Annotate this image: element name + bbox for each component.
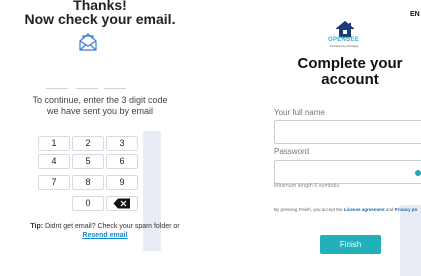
complete-heading: Complete your xyxy=(297,55,403,72)
full-name-field[interactable] xyxy=(274,120,421,144)
privacy-policy-link[interactable]: Privacy po xyxy=(395,207,418,212)
tip-text: Didnt get email? Check your spam folder … xyxy=(43,223,180,230)
password-label: Password xyxy=(274,147,310,156)
keypad-key-1[interactable]: 1 xyxy=(38,136,70,151)
terms-and: and xyxy=(384,207,395,212)
verify-email-panel: Thanks! Now check your email. To continu… xyxy=(0,0,210,276)
spam-tip: Tip: Didnt get email? Check your spam fo… xyxy=(20,222,190,240)
complete-heading-2: account xyxy=(321,71,379,88)
full-name-label: Your full name xyxy=(274,108,325,117)
password-field[interactable] xyxy=(274,160,421,184)
decorative-stripe xyxy=(400,205,421,276)
tip-label: Tip: xyxy=(30,223,44,230)
terms-notice: By pressing Finish, you accept the Licen… xyxy=(274,207,417,212)
license-agreement-link[interactable]: License agreement xyxy=(344,207,385,212)
keypad-key-9[interactable]: 9 xyxy=(106,175,138,190)
language-selector[interactable]: EN xyxy=(410,11,420,18)
keypad-key-7[interactable]: 7 xyxy=(38,175,70,190)
envelope-icon xyxy=(79,33,97,51)
keypad-backspace[interactable] xyxy=(106,196,138,211)
code-digit-1[interactable] xyxy=(46,88,68,89)
password-hint: Minimum length 6 symbols. xyxy=(274,183,341,189)
keypad-key-4[interactable]: 4 xyxy=(38,154,70,169)
keypad-key-8[interactable]: 8 xyxy=(72,175,104,190)
code-digit-3[interactable] xyxy=(104,88,126,89)
brand-name: OPENSEE xyxy=(328,37,360,43)
keypad-key-5[interactable]: 5 xyxy=(72,154,104,169)
code-digit-2[interactable] xyxy=(76,88,98,89)
keypad-key-0[interactable]: 0 xyxy=(72,196,104,211)
finish-button[interactable]: Finish xyxy=(320,235,381,254)
show-password-icon[interactable] xyxy=(415,170,421,176)
resend-email-link[interactable]: Resend email xyxy=(82,232,127,239)
complete-account-panel: EN OPENSEE Powered by Airbridge Complete… xyxy=(210,0,421,276)
keypad-key-3[interactable]: 3 xyxy=(106,136,138,151)
keypad-key-2[interactable]: 2 xyxy=(72,136,104,151)
backspace-icon xyxy=(113,198,130,209)
keypad-key-6[interactable]: 6 xyxy=(106,154,138,169)
brand-subtitle: Powered by Airbridge xyxy=(330,44,359,48)
terms-prefix: By pressing Finish, you accept the xyxy=(274,207,344,212)
code-instruction: To continue, enter the 3 digit code we h… xyxy=(32,95,168,116)
check-email-heading: Now check your email. xyxy=(24,11,176,27)
